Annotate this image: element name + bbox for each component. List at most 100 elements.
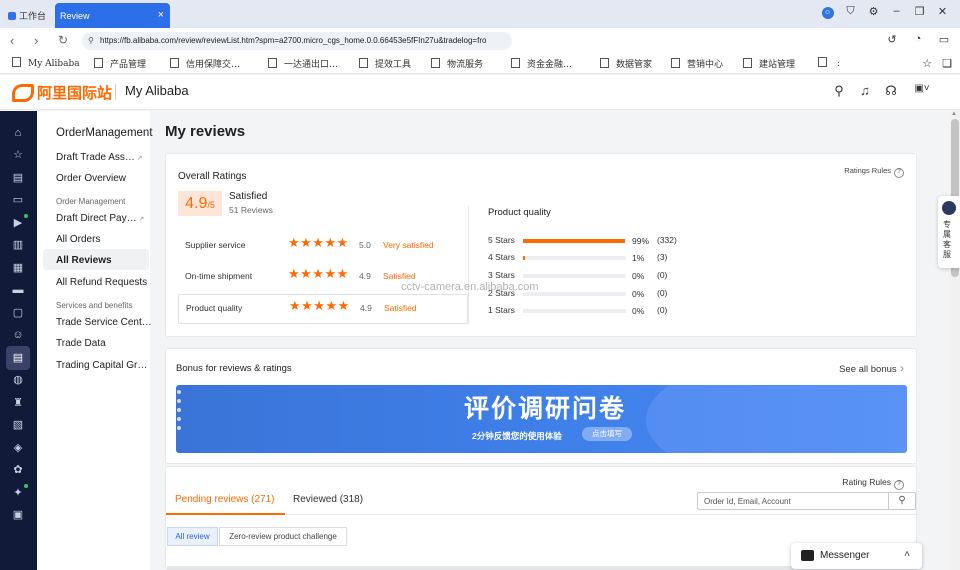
- rating-row-product-quality[interactable]: Product quality ★★★★★ 4.9 Satisfied: [178, 294, 468, 324]
- browser-tab-workbench[interactable]: 工作台: [8, 3, 54, 28]
- rating-rules-link[interactable]: Rating Rules: [842, 477, 904, 490]
- close-window-icon[interactable]: ✕: [931, 5, 954, 19]
- bell-icon[interactable]: ♫: [858, 83, 872, 99]
- document-icon[interactable]: ▦: [11, 261, 25, 275]
- page-title: My reviews: [165, 123, 246, 140]
- stars-icon: ★★★★★: [288, 267, 349, 282]
- subnav-item-order-overview[interactable]: Order Overview: [56, 173, 126, 184]
- score-suffix: /5: [207, 200, 215, 210]
- support-avatar: [942, 201, 956, 215]
- subnav-item-trading-capital[interactable]: Trading Capital Gr…: [56, 360, 147, 371]
- minimize-icon[interactable]: –: [885, 5, 908, 19]
- users-icon[interactable]: ☺: [11, 328, 25, 342]
- subnav-item-trade-service[interactable]: Trade Service Cent…: [56, 317, 152, 328]
- star-bar-label: 1 Stars: [488, 305, 515, 315]
- dedicated-support-widget[interactable]: 专属客服: [938, 196, 960, 268]
- video-icon[interactable]: ▶: [11, 216, 25, 230]
- restore-icon[interactable]: ❐: [908, 5, 931, 19]
- growth-icon[interactable]: ✿: [11, 463, 25, 477]
- bank-icon[interactable]: ▧: [11, 418, 25, 432]
- rating-label: On-time shipment: [185, 271, 253, 281]
- account-avatar[interactable]: ▣˅: [910, 83, 934, 99]
- bookmark-onetouch[interactable]: 一达通出口…: [268, 57, 338, 70]
- refresh-page-icon[interactable]: ↺: [884, 33, 900, 47]
- bookmark-my-alibaba[interactable]: My Alibaba: [12, 57, 80, 69]
- bookmark-tools[interactable]: 提效工具: [359, 57, 411, 70]
- review-search[interactable]: Order Id, Email, Account ⚲: [697, 492, 916, 510]
- watermark-text: cctv-camera.en.alibaba.com: [401, 281, 539, 293]
- bag-icon[interactable]: ♜: [11, 396, 25, 410]
- chat-icon[interactable]: ▭: [936, 33, 952, 47]
- headset-icon[interactable]: ☊: [884, 83, 898, 99]
- favorite-star-icon[interactable]: ☆: [922, 57, 932, 70]
- bookmark-marketing[interactable]: 营销中心: [671, 57, 723, 70]
- messenger-widget[interactable]: Messenger ˄: [791, 543, 922, 569]
- subnav-group-order-management: Order Management: [56, 197, 126, 206]
- page-scrollbar[interactable]: ▲: [950, 111, 960, 570]
- see-all-bonus-link[interactable]: See all bonus: [839, 361, 904, 375]
- bookmark-data[interactable]: 数据管家: [600, 57, 652, 70]
- scroll-up-icon[interactable]: ▲: [951, 111, 957, 117]
- screenshot-icon[interactable]: ◔: [910, 33, 926, 47]
- app-title[interactable]: My Alibaba: [125, 83, 189, 98]
- subnav-item-refund-requests[interactable]: All Refund Requests: [56, 277, 147, 288]
- filter-zero-review-challenge[interactable]: Zero-review product challenge: [219, 527, 347, 546]
- subnav-item-all-reviews[interactable]: All Reviews: [56, 255, 112, 266]
- site-info-icon[interactable]: ⚲: [88, 32, 94, 50]
- reload-icon[interactable]: ↻: [58, 33, 68, 47]
- tab-pending-reviews[interactable]: Pending reviews (271): [175, 494, 275, 505]
- profile-icon[interactable]: ☺: [816, 5, 839, 19]
- icon-rail: ⌂ ☆ ▤ ▭ ▶ ▥ ▦ ▬ ▢ ☺ ▤ ◍ ♜ ▧ ◈ ✿ ✦ ▣: [0, 111, 37, 570]
- bookmark-finance[interactable]: 资金金融…: [511, 57, 572, 70]
- orders-icon[interactable]: ▤: [6, 346, 30, 370]
- calendar-icon[interactable]: ▭: [11, 193, 25, 207]
- subnav-item-trade-data[interactable]: Trade Data: [56, 338, 106, 349]
- subnav-item-draft-trade[interactable]: Draft Trade Ass…: [56, 152, 143, 163]
- extension-shirt-icon[interactable]: ⛉: [839, 5, 862, 19]
- bookmark-more[interactable]: :: [818, 57, 840, 69]
- workbench-tab-icon: [8, 11, 16, 20]
- rating-label: Product quality: [186, 303, 243, 313]
- alibaba-logo-icon: [12, 83, 34, 102]
- tab-reviewed[interactable]: Reviewed (318): [293, 494, 363, 505]
- store-icon[interactable]: ▤: [11, 171, 25, 185]
- star-bar-track: [523, 256, 626, 260]
- message-icon[interactable]: ▢: [11, 306, 25, 320]
- bookmarks-bar: My Alibaba 产品管理 信用保障交… 一达通出口… 提效工具 物流服务 …: [0, 54, 960, 74]
- settings-icon[interactable]: ⚙: [862, 5, 885, 19]
- bookmark-site[interactable]: 建站管理: [743, 57, 795, 70]
- subnav-item-all-orders[interactable]: All Orders: [56, 234, 100, 245]
- subnav-item-draft-direct[interactable]: Draft Direct Pay…: [56, 213, 144, 224]
- alibaba-logo[interactable]: 阿里国际站: [12, 82, 112, 103]
- star-bar-count: (3): [657, 252, 668, 262]
- browser-tab-review[interactable]: Review ×: [55, 3, 170, 28]
- star-bar-count: (332): [657, 235, 677, 245]
- url-input[interactable]: ⚲ https://fb.alibaba.com/review/reviewLi…: [82, 32, 512, 50]
- bookmark-credit[interactable]: 信用保障交…: [170, 57, 240, 70]
- shield-icon[interactable]: ◈: [11, 441, 25, 455]
- forward-icon[interactable]: ›: [34, 33, 38, 48]
- bookmark-product[interactable]: 产品管理: [94, 57, 146, 70]
- sparkle-icon[interactable]: ✦: [11, 486, 25, 500]
- star-bar-count: (0): [657, 270, 668, 280]
- review-count: 51 Reviews: [229, 205, 273, 215]
- bookmark-manager-icon[interactable]: ❏: [942, 57, 952, 70]
- chart-icon[interactable]: ▥: [11, 238, 25, 252]
- globe-icon[interactable]: ◍: [11, 373, 25, 387]
- banner-fill-button[interactable]: 点击填写: [582, 427, 632, 441]
- back-icon[interactable]: ‹: [10, 33, 14, 48]
- survey-banner[interactable]: 评价调研问卷 2分钟反馈您的使用体验 点击填写: [176, 385, 907, 453]
- search-icon[interactable]: ⚲: [832, 83, 846, 99]
- search-icon[interactable]: ⚲: [888, 493, 915, 509]
- chevron-up-icon[interactable]: ˄: [904, 549, 910, 560]
- ticket-icon[interactable]: ▬: [11, 283, 25, 297]
- bookmark-logistics[interactable]: 物流服务: [431, 57, 483, 70]
- close-tab-icon[interactable]: ×: [158, 9, 164, 21]
- filter-all-review[interactable]: All review: [167, 527, 218, 546]
- home-icon[interactable]: ⌂: [11, 126, 25, 140]
- briefcase-icon[interactable]: ▣: [11, 508, 25, 522]
- star-bar-fill: [523, 239, 625, 243]
- ratings-rules-link[interactable]: Ratings Rules: [844, 166, 904, 178]
- search-input[interactable]: Order Id, Email, Account: [704, 497, 791, 506]
- star-icon[interactable]: ☆: [11, 148, 25, 162]
